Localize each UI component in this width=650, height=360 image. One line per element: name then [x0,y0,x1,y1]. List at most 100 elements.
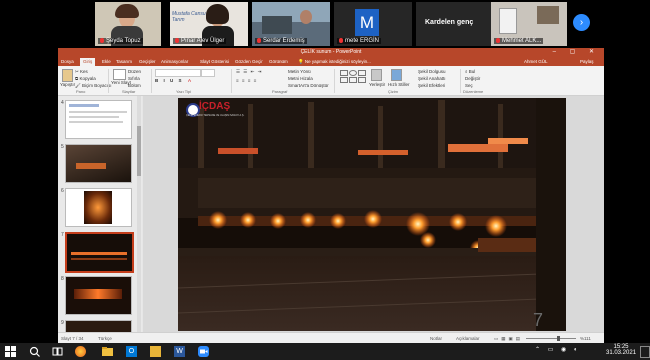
group-label-drawing: Çizim [388,89,398,94]
participant-tile[interactable]: Kardelen genç [416,2,494,46]
shape-textbox-icon[interactable] [358,70,366,76]
new-slide-icon[interactable] [113,69,126,80]
copy-button[interactable]: ⧉ Kopyala [75,76,96,81]
firefox-icon[interactable] [75,346,86,357]
reset-button[interactable]: Sıfırla [128,76,140,81]
tab-review[interactable]: Gözden Geçir [235,59,263,64]
notifications-icon[interactable] [640,346,650,358]
shape-effects-button[interactable]: Şekil Efektleri [418,83,445,88]
font-name-select[interactable] [155,69,201,77]
find-button[interactable]: ⌕ Bul [465,69,475,74]
brush-icon: 🖌 [75,83,82,88]
comments-button[interactable]: Açıklamalar [456,336,480,341]
file-explorer-icon[interactable] [102,346,113,357]
participant-tile[interactable]: Serdar Erdemiş [252,2,330,46]
replace-button[interactable]: Değiştir [465,76,480,81]
shape-rectangle-icon[interactable] [340,70,348,76]
tab-animations[interactable]: Animasyonlar [161,59,188,64]
zoom-slider-thumb[interactable] [557,336,560,341]
paste-button[interactable]: Yapıştır [60,82,75,87]
arrange-button[interactable]: Yerleştir [369,82,385,87]
notes-button[interactable]: Notlar [430,336,442,341]
slide-thumbnail[interactable] [65,100,132,139]
windows-start-icon[interactable] [5,346,16,357]
zoom-app-icon[interactable] [198,346,209,357]
zoom-slider[interactable] [526,338,576,339]
quick-styles-icon[interactable] [391,69,402,81]
task-view-icon[interactable] [52,346,63,357]
font-format-buttons[interactable]: B I U S [155,78,184,83]
shape-star-icon[interactable] [358,77,366,83]
thumbnail-glow [71,258,127,260]
smartart-button[interactable]: SmartArt'a Dönüştür [288,83,329,88]
language-indicator[interactable]: Türkçe [98,336,112,341]
clock[interactable]: 15:25 31.03.2021 [606,344,636,356]
folder-icon[interactable] [150,346,161,357]
participant-name: Serdar Erdemiş [255,37,307,44]
arrange-icon[interactable] [371,69,382,81]
group-divider [460,69,461,93]
list-buttons[interactable]: ☰ ☰ ⇤ ⇥ [236,69,262,75]
participant-tile[interactable]: Mustafa Cansu Tarım Pınar Alev Ülger [170,2,248,46]
participant-video [499,8,517,34]
group-label-slides: Slaytlar [122,89,136,94]
tab-design[interactable]: Tasarım [116,59,132,64]
slide-thumbnail[interactable] [65,276,132,315]
quick-styles-button[interactable]: Hızlı Stiller [388,82,410,87]
shape-outline-button[interactable]: Şekil Anahattı [418,76,446,81]
tab-slideshow[interactable]: Slayt Gösterisi [200,59,229,64]
tray-icons[interactable]: ⌃ ▭ ◉ ◐ [535,346,581,353]
select-button[interactable]: Seç [465,83,473,88]
ribbon: Yapıştır ✂ Kes ⧉ Kopyala 🖌 Biçim Boyacıs… [58,66,604,96]
shape-fill-button[interactable]: Şekil Dolgusu [418,69,446,74]
participant-overlay-text: Mustafa Cansu Tarım [172,11,206,23]
user-name[interactable]: Ahmet GÜL [524,59,548,64]
tab-transitions[interactable]: Geçişler [139,59,156,64]
font-color-icon[interactable]: A [188,78,191,83]
window-controls[interactable]: – ▢ ✕ [553,48,600,55]
group-label-editing: Düzenleme [463,89,484,94]
group-label-paragraph: Paragraf [272,89,288,94]
word-icon[interactable]: W [174,346,185,357]
group-label-font: Yazı Tipi [176,89,192,94]
thumbnail-scrollbar[interactable] [137,96,141,332]
align-buttons[interactable]: ≡ ≡ ≡ ≡ [236,78,257,83]
paste-icon[interactable] [62,69,73,82]
mic-muted-icon [339,37,343,43]
tab-view[interactable]: Görünüm [269,59,288,64]
shape-oval-icon[interactable] [349,70,357,76]
group-divider [231,69,232,93]
powerpoint-window: ÇELİK sunum - PowerPoint – ▢ ✕ Dosya Gir… [58,48,604,344]
tell-me-box[interactable]: 💡 Ne yapmak istediğinizi söyleyin... [298,59,371,65]
tab-insert[interactable]: Ekle [102,59,111,64]
participant-tile[interactable]: Şeyda Topuz [95,2,161,46]
next-page-button[interactable]: › [573,14,590,31]
align-text-button[interactable]: Metni Hizala [288,76,313,81]
text-direction-button[interactable]: Metin Yönü [288,69,311,74]
taskbar: O W ⌃ ▭ ◉ ◐ 15:25 31.03.2021 [0,343,650,360]
section-button[interactable]: Bölüm [128,83,141,88]
tab-home[interactable]: Giriş [80,58,96,66]
shape-arrow-icon[interactable] [340,77,348,83]
lightbulb-icon: 💡 [298,59,305,64]
slide-thumbnail-selected[interactable] [65,232,134,273]
furnace-photo: 7 [178,98,566,331]
slide-thumbnail[interactable] [65,144,132,183]
current-slide[interactable]: 7 İÇDAŞ ÇELİK ENERJİ TERSANE VE ULAŞIM S… [178,98,566,331]
scrollbar-thumb[interactable] [137,126,141,176]
chevron-right-icon: › [579,17,584,28]
cut-button[interactable]: ✂ Kes [75,69,88,75]
participant-desk [262,16,292,34]
view-buttons[interactable]: ▭▦▣▤ [494,336,523,342]
search-icon[interactable] [29,346,40,357]
tab-file[interactable]: Dosya [61,59,74,64]
participant-tile[interactable]: Mehmet ALK... [491,2,567,46]
slide-thumbnail[interactable] [65,188,132,227]
outlook-icon[interactable]: O [126,346,137,357]
zoom-level[interactable]: %111 [580,336,591,341]
participant-tile[interactable]: M mete ERGİN [334,2,412,46]
shape-line-icon[interactable] [349,77,357,83]
share-button[interactable]: Paylaş [580,59,594,64]
layout-button[interactable]: Düzen [128,69,141,74]
font-size-select[interactable] [201,69,215,77]
